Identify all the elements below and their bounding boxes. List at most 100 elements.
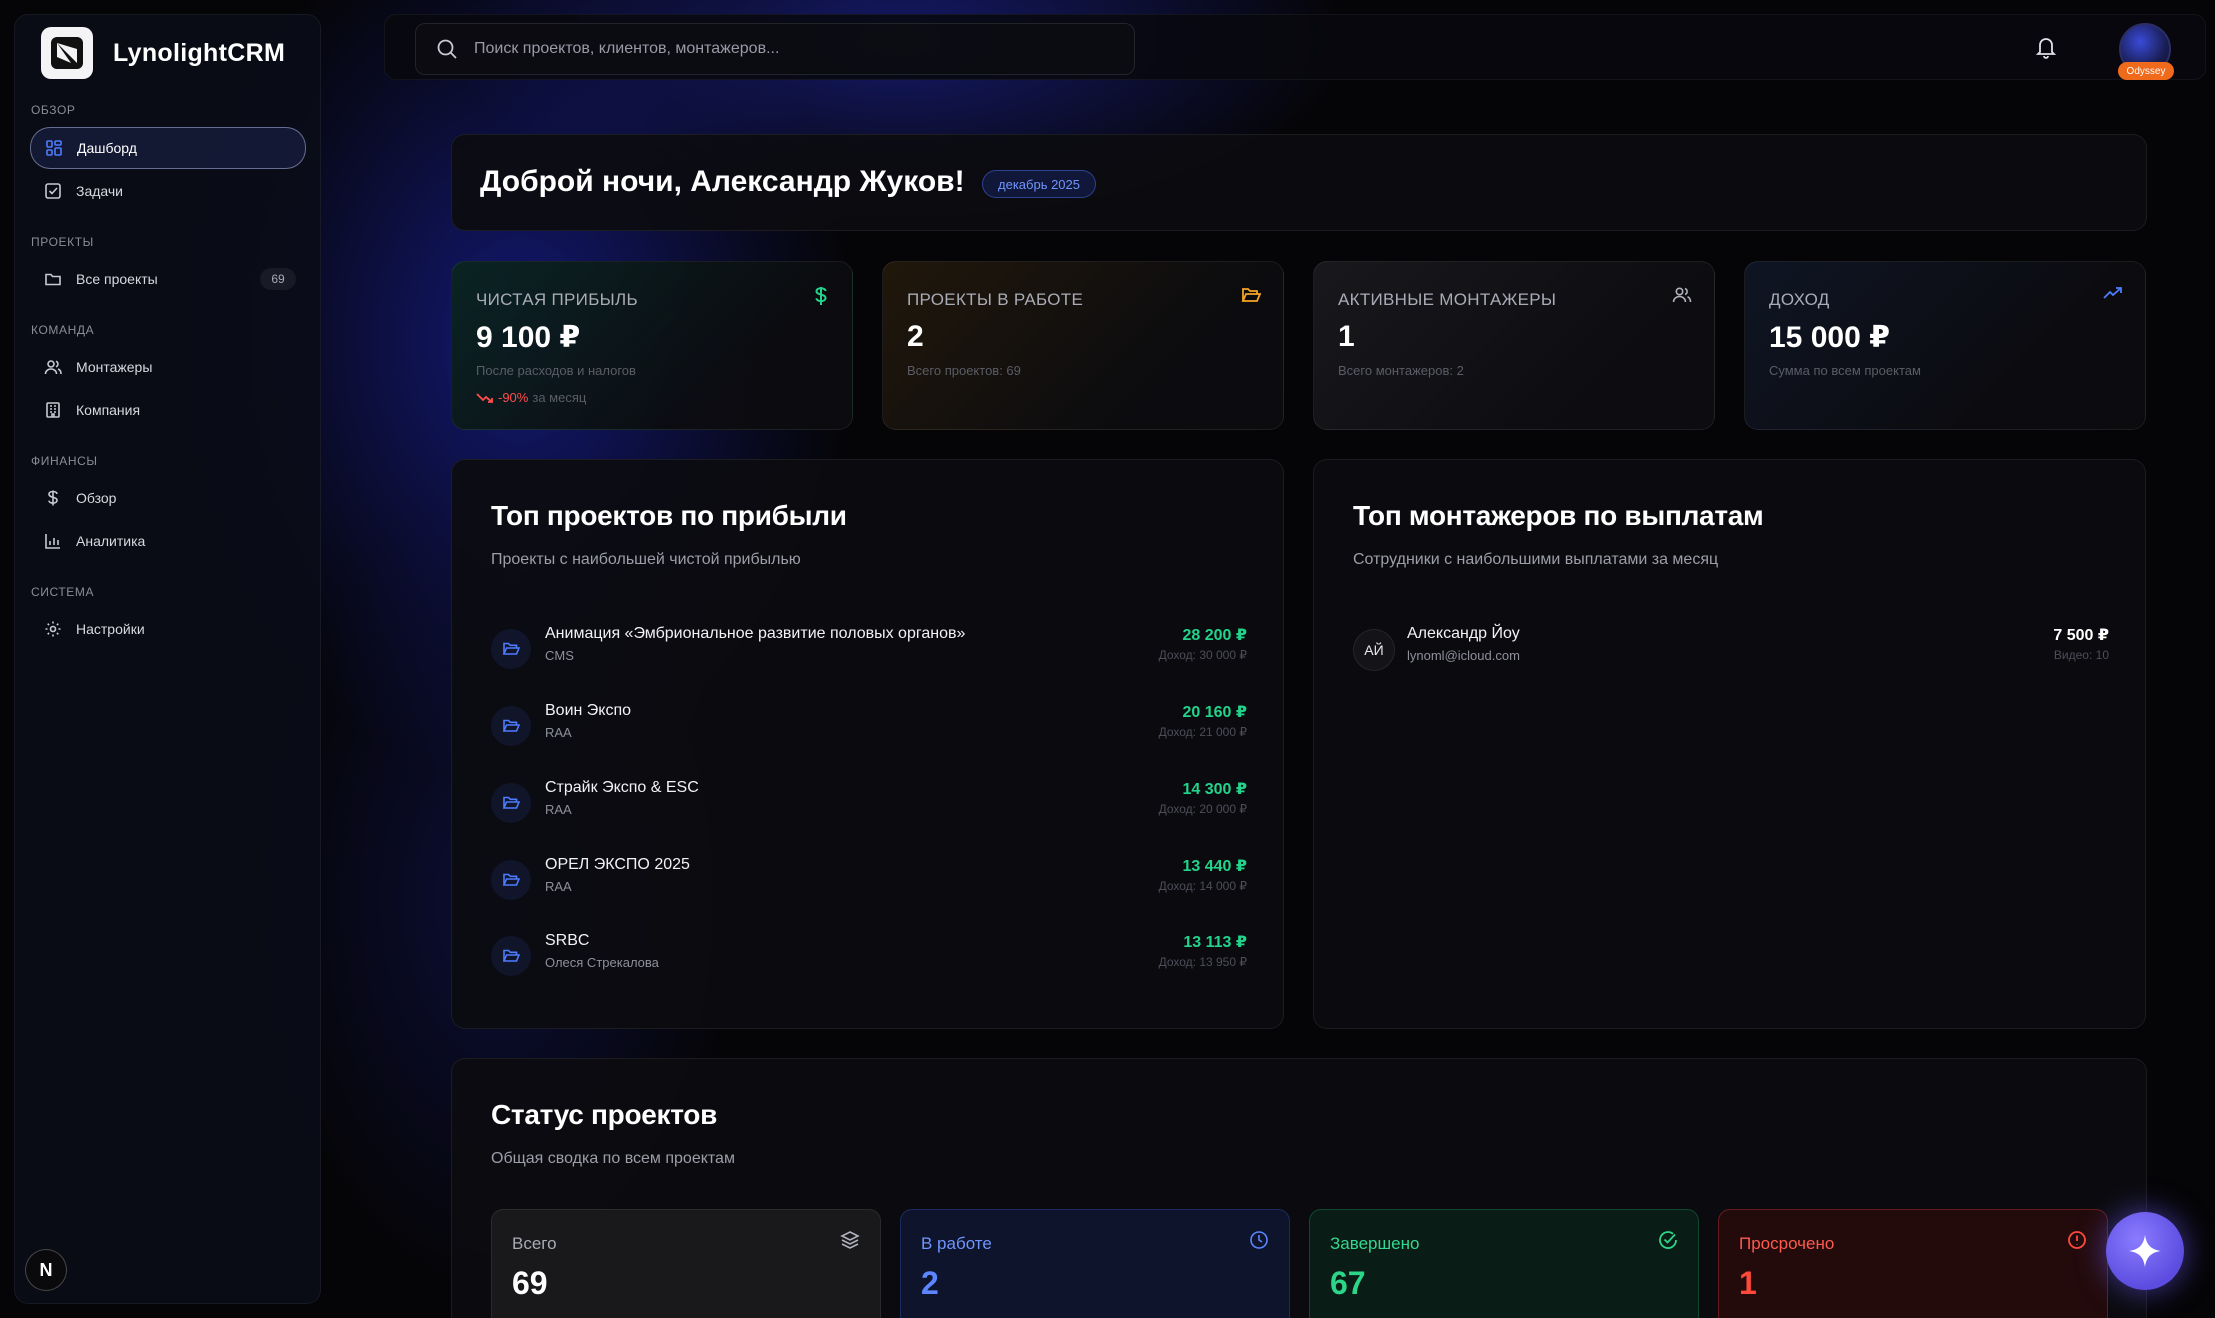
- editor-email: lynoml@icloud.com: [1407, 648, 1520, 663]
- nav-section-projects: ПРОЕКТЫ: [31, 235, 94, 249]
- brand[interactable]: LynolightCRM: [41, 27, 285, 79]
- greeting-panel: Доброй ночи, Александр Жуков! декабрь 20…: [451, 134, 2147, 231]
- sidebar-item-analytics[interactable]: Аналитика: [30, 520, 306, 562]
- stat-trend-value: -90%: [498, 390, 529, 405]
- status-card-in-progress[interactable]: В работе 2: [900, 1209, 1290, 1318]
- sidebar-item-tasks[interactable]: Задачи: [30, 170, 306, 212]
- project-name: Страйк Экспо & ESC: [545, 779, 699, 796]
- greeting-title: Доброй ночи, Александр Жуков!: [480, 165, 965, 198]
- project-name: Анимация «Эмбриональное развитие половых…: [545, 625, 966, 642]
- users-icon: [1672, 286, 1692, 309]
- sidebar-item-label: Дашборд: [77, 140, 137, 156]
- stat-value: 2: [907, 320, 924, 353]
- editor-payout: 7 500 ₽: [2053, 627, 2109, 644]
- sidebar-item-settings[interactable]: Настройки: [30, 608, 306, 650]
- project-name: Воин Экспо: [545, 702, 632, 719]
- editor-videos: Видео: 10: [2053, 648, 2109, 662]
- panel-title: Топ монтажеров по выплатам: [1353, 500, 1764, 531]
- projects-count-badge: 69: [260, 268, 296, 290]
- status-value: 69: [512, 1265, 548, 1301]
- status-label: Завершено: [1330, 1234, 1420, 1253]
- folder-icon: [491, 860, 531, 900]
- panel-title: Статус проектов: [491, 1099, 718, 1130]
- sparkle-icon: [2129, 1235, 2161, 1267]
- editor-name: Александр Йоу: [1407, 625, 1520, 642]
- folder-icon: [491, 783, 531, 823]
- sidebar-item-label: Задачи: [76, 183, 124, 199]
- project-income: Доход: 20 000 ₽: [1158, 802, 1247, 816]
- project-row[interactable]: SRBC Олеся Стрекалова 13 113 ₽ Доход: 13…: [491, 927, 1247, 983]
- notifications-bell-icon[interactable]: [2035, 35, 2057, 64]
- panel-subtitle: Проекты с наибольшей чистой прибылью: [491, 551, 801, 568]
- project-income: Доход: 30 000 ₽: [1158, 648, 1247, 662]
- folder-icon: [491, 706, 531, 746]
- project-profit: 28 200 ₽: [1182, 627, 1247, 644]
- project-client: RAA: [545, 879, 572, 894]
- nav-section-finance: ФИНАНСЫ: [31, 454, 98, 468]
- search-input[interactable]: [474, 40, 1094, 58]
- panel-title: Топ проектов по прибыли: [491, 500, 847, 531]
- editor-row[interactable]: АЙ Александр Йоу lynoml@icloud.com 7 500…: [1353, 620, 2109, 676]
- status-value: 2: [921, 1265, 939, 1301]
- sidebar-item-finance-overview[interactable]: Обзор: [30, 477, 306, 519]
- stat-card-active-editors: АКТИВНЫЕ МОНТАЖЕРЫ 1 Всего монтажеров: 2: [1313, 261, 1715, 430]
- nextjs-badge[interactable]: N: [25, 1249, 67, 1291]
- stat-card-projects-in-progress: ПРОЕКТЫ В РАБОТЕ 2 Всего проектов: 69: [882, 261, 1284, 430]
- sidebar-item-editors[interactable]: Монтажеры: [30, 346, 306, 388]
- dollar-icon: [48, 490, 58, 506]
- sidebar-item-company[interactable]: Компания: [30, 389, 306, 431]
- top-bar: Odyssey: [384, 14, 2206, 80]
- status-label: В работе: [921, 1234, 992, 1253]
- trending-down-icon: [476, 392, 493, 403]
- ai-assistant-button[interactable]: [2106, 1212, 2184, 1290]
- nav-section-team: КОМАНДА: [31, 323, 95, 337]
- top-editors-panel: Топ монтажеров по выплатам Сотрудники с …: [1313, 459, 2146, 1029]
- project-row[interactable]: Анимация «Эмбриональное развитие половых…: [491, 620, 1247, 676]
- panel-subtitle: Общая сводка по всем проектам: [491, 1150, 735, 1167]
- stat-value: 1: [1338, 320, 1355, 353]
- search-icon: [437, 39, 457, 59]
- project-profit: 13 440 ₽: [1182, 858, 1247, 875]
- nav-section-system: СИСТЕМА: [31, 585, 95, 599]
- stat-trend: -90% за месяц: [476, 390, 586, 405]
- project-row[interactable]: Воин Экспо RAA 20 160 ₽ Доход: 21 000 ₽: [491, 697, 1247, 753]
- stat-sub: Всего монтажеров: 2: [1338, 363, 1464, 378]
- project-profit: 13 113 ₽: [1183, 934, 1247, 951]
- stat-trend-suffix: за месяц: [532, 390, 587, 405]
- bar-chart-icon: [45, 534, 60, 549]
- stat-sub: Сумма по всем проектам: [1769, 363, 1921, 378]
- folder-icon: [491, 936, 531, 976]
- stat-sub: После расходов и налогов: [476, 363, 636, 378]
- sidebar-item-label: Обзор: [76, 490, 117, 506]
- stat-label: ПРОЕКТЫ В РАБОТЕ: [907, 290, 1084, 309]
- search-box[interactable]: [415, 23, 1135, 75]
- gear-icon: [45, 621, 61, 637]
- top-projects-panel: Топ проектов по прибыли Проекты с наибол…: [451, 459, 1284, 1029]
- folder-icon: [491, 629, 531, 669]
- checkbox-icon: [45, 183, 61, 199]
- stat-value: 9 100 ₽: [476, 321, 581, 354]
- sidebar-item-label: Монтажеры: [76, 359, 153, 375]
- project-row[interactable]: Страйк Экспо & ESC RAA 14 300 ₽ Доход: 2…: [491, 774, 1247, 830]
- project-income: Доход: 14 000 ₽: [1158, 879, 1247, 893]
- stat-sub: Всего проектов: 69: [907, 363, 1021, 378]
- status-card-completed[interactable]: Завершено 67: [1309, 1209, 1699, 1318]
- project-name: ОРЕЛ ЭКСПО 2025: [545, 856, 690, 873]
- project-row[interactable]: ОРЕЛ ЭКСПО 2025 RAA 13 440 ₽ Доход: 14 0…: [491, 851, 1247, 907]
- project-profit: 14 300 ₽: [1182, 781, 1247, 798]
- status-card-total[interactable]: Всего 69: [491, 1209, 881, 1318]
- avatar: АЙ: [1353, 629, 1395, 671]
- dashboard-icon: [46, 140, 62, 156]
- check-circle-icon: [1658, 1230, 1678, 1255]
- sidebar-item-all-projects[interactable]: Все проекты 69: [30, 258, 306, 300]
- sidebar-item-label: Аналитика: [76, 533, 146, 549]
- panel-subtitle: Сотрудники с наибольшими выплатами за ме…: [1353, 551, 1719, 568]
- project-name: SRBC: [545, 932, 590, 949]
- stat-card-income: ДОХОД 15 000 ₽ Сумма по всем проектам: [1744, 261, 2146, 430]
- status-card-overdue[interactable]: Просрочено 1: [1718, 1209, 2108, 1318]
- project-status-panel: Статус проектов Общая сводка по всем про…: [451, 1058, 2147, 1318]
- brand-name: LynolightCRM: [113, 38, 286, 67]
- alert-circle-icon: [2067, 1230, 2087, 1255]
- stat-value: 15 000 ₽: [1769, 321, 1890, 354]
- sidebar-item-dashboard[interactable]: Дашборд: [30, 127, 306, 169]
